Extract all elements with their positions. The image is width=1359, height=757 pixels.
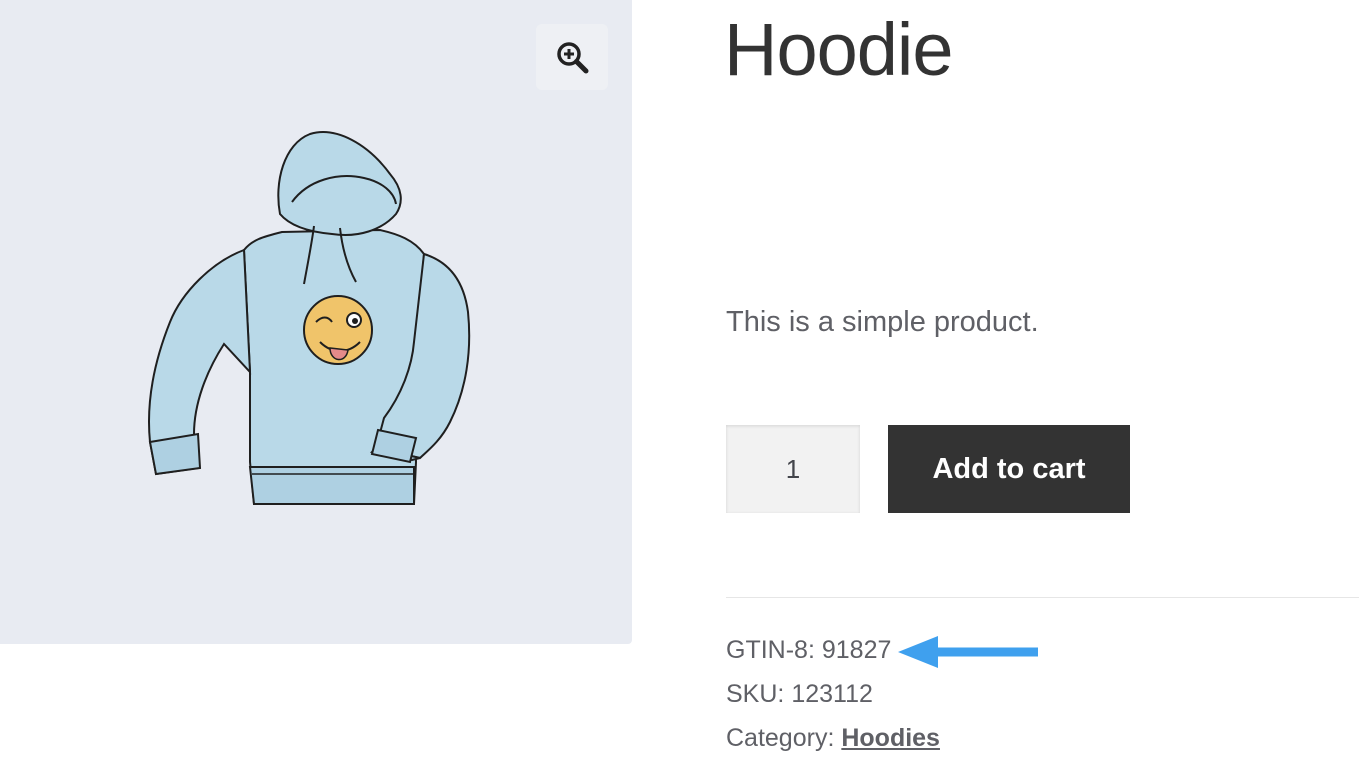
zoom-button[interactable]: [536, 24, 608, 90]
product-description: This is a simple product.: [726, 306, 1039, 338]
sku-value: 123112: [791, 680, 873, 708]
category-link[interactable]: Hoodies: [841, 724, 940, 752]
product-gallery: [0, 0, 632, 644]
gtin-line: GTIN-8: 91827: [726, 634, 891, 666]
magnify-plus-icon: [557, 42, 589, 74]
gtin-label: GTIN-8:: [726, 636, 815, 664]
product-page: Hoodie This is a simple product. Add to …: [0, 0, 1359, 757]
arrow-pointer-icon: [898, 636, 1038, 668]
gtin-value: 91827: [821, 636, 892, 664]
sku-label: SKU:: [726, 680, 785, 708]
category-label: Category:: [726, 724, 835, 752]
meta-divider: [726, 597, 1359, 598]
hoodie-image[interactable]: [132, 122, 482, 514]
quantity-input[interactable]: [726, 425, 860, 513]
product-title: Hoodie: [724, 8, 954, 91]
sku-line: SKU: 123112: [726, 678, 873, 710]
category-line: Category: Hoodies: [726, 722, 940, 754]
add-to-cart-button[interactable]: Add to cart: [888, 425, 1130, 513]
